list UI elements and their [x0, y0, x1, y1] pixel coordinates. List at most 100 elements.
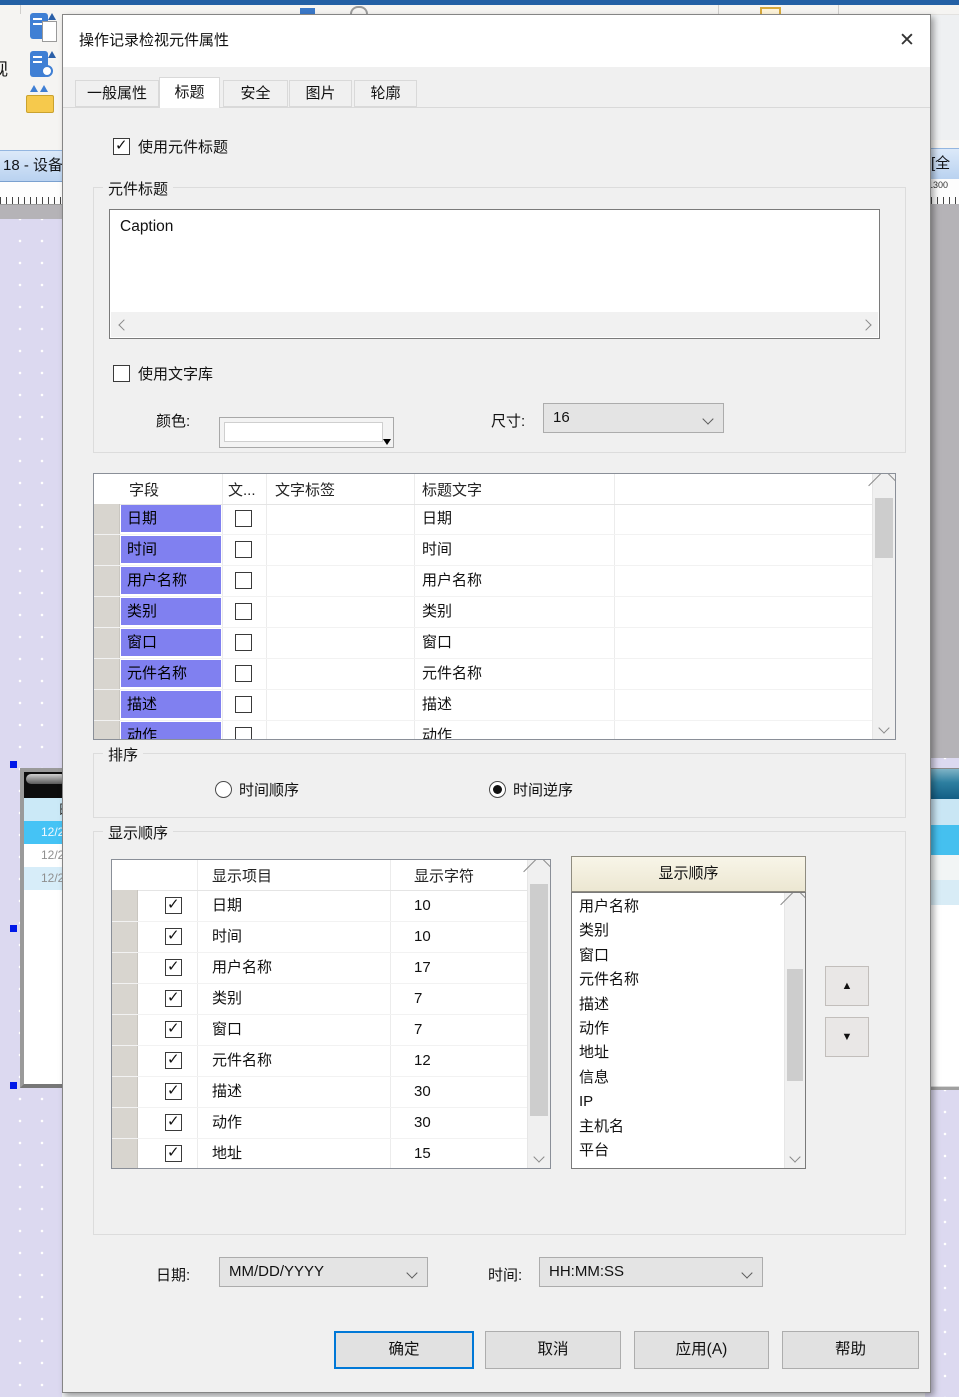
list-item[interactable]: 类别 [572, 919, 785, 943]
table-row[interactable]: 动作动作 [94, 721, 873, 739]
table-row[interactable]: 动作30 [112, 1108, 528, 1139]
checkbox-icon[interactable] [165, 1083, 182, 1100]
scroll-up-icon[interactable] [873, 474, 895, 496]
help-button[interactable]: 帮助 [782, 1331, 919, 1369]
scroll-down-icon[interactable] [873, 717, 895, 739]
radio-icon[interactable] [489, 781, 506, 798]
table-row[interactable]: 用户名称17 [112, 953, 528, 984]
list-item[interactable]: 动作 [572, 1017, 785, 1041]
table-row[interactable]: 描述30 [112, 1077, 528, 1108]
export-server-icon[interactable] [30, 13, 60, 47]
checkbox-icon[interactable] [165, 990, 182, 1007]
checkbox-icon[interactable] [165, 897, 182, 914]
use-text-library-checkbox[interactable]: 使用文字库 [113, 363, 213, 384]
table-row[interactable]: 用户名称用户名称 [94, 566, 873, 597]
move-up-button[interactable]: ▲ [825, 966, 869, 1006]
tab-general[interactable]: 一般属性 [75, 80, 159, 107]
checkbox-icon[interactable] [235, 634, 252, 651]
close-icon[interactable]: ✕ [889, 26, 925, 56]
color-dropdown[interactable] [219, 417, 394, 448]
table-row[interactable]: 时间时间 [94, 535, 873, 566]
checkbox-icon[interactable] [113, 138, 130, 155]
checkbox-icon[interactable] [235, 665, 252, 682]
ok-button[interactable]: 确定 [334, 1331, 474, 1369]
table-row[interactable]: 窗口窗口 [94, 628, 873, 659]
checkbox-icon[interactable] [113, 365, 130, 382]
scroll-down-icon[interactable] [528, 1146, 550, 1168]
list-item[interactable]: 地址 [572, 1041, 785, 1065]
list-item[interactable]: 描述 [572, 993, 785, 1017]
table-row[interactable]: 类别7 [112, 984, 528, 1015]
list-item[interactable]: 信息 [572, 1066, 785, 1090]
radio-time-ascending[interactable]: 时间顺序 [215, 779, 299, 800]
time-format-dropdown[interactable]: HH:MM:SS [539, 1257, 763, 1287]
vertical-scrollbar[interactable] [784, 893, 805, 1168]
list-item[interactable]: IP [572, 1090, 785, 1114]
radio-time-descending[interactable]: 时间逆序 [489, 779, 573, 800]
checkbox-icon[interactable] [165, 928, 182, 945]
checkbox-icon[interactable] [235, 603, 252, 620]
list-item[interactable]: 窗口 [572, 944, 785, 968]
document-tab-left[interactable]: 18 - 设备 [0, 150, 65, 182]
vertical-scrollbar[interactable] [872, 474, 895, 739]
selection-handle[interactable] [10, 925, 17, 932]
list-item[interactable]: 平台 [572, 1139, 785, 1163]
table-row[interactable]: 时间10 [112, 922, 528, 953]
scroll-up-icon[interactable] [785, 893, 805, 915]
selection-handle[interactable] [10, 1082, 17, 1089]
checkbox-icon[interactable] [235, 572, 252, 589]
date-format-dropdown[interactable]: MM/DD/YYYY [219, 1257, 428, 1287]
table-row[interactable]: 窗口7 [112, 1015, 528, 1046]
list-item[interactable]: 主机名 [572, 1115, 785, 1139]
table-row[interactable]: 日期10 [112, 891, 528, 922]
selection-handle[interactable] [10, 761, 17, 768]
table-row[interactable]: 元件名称元件名称 [94, 659, 873, 690]
scrollbar-thumb[interactable] [530, 884, 548, 1116]
checkbox-icon[interactable] [235, 727, 252, 739]
vertical-scrollbar[interactable] [527, 860, 550, 1168]
radio-icon[interactable] [215, 781, 232, 798]
cancel-button[interactable]: 取消 [485, 1331, 621, 1369]
list-item[interactable]: 用户名称 [572, 895, 785, 919]
table-row[interactable]: 日期日期 [94, 504, 873, 535]
list-item[interactable]: 元件名称 [572, 968, 785, 992]
scrollbar-thumb[interactable] [875, 498, 893, 558]
record-view-widget-2[interactable] [928, 768, 959, 1087]
scrollbar-thumb[interactable] [787, 969, 803, 1081]
tab-caption[interactable]: 标题 [159, 77, 220, 108]
fields-table[interactable]: 字段 文... 文字标签 标题文字 日期日期 时间时间 用户名称用户名称 类别类… [93, 473, 896, 740]
dialog-title: 操作记录检视元件属性 [79, 15, 229, 67]
tab-picture[interactable]: 图片 [289, 80, 352, 107]
table-row[interactable]: 元件名称12 [112, 1046, 528, 1077]
scroll-left-icon[interactable] [111, 312, 136, 337]
checkbox-icon[interactable] [165, 1145, 182, 1162]
size-dropdown[interactable]: 16 [543, 403, 724, 433]
scroll-down-icon[interactable] [785, 1146, 805, 1168]
import-folder-icon[interactable] [26, 85, 56, 115]
table-row[interactable]: 类别类别 [94, 597, 873, 628]
checkbox-icon[interactable] [165, 1052, 182, 1069]
dialog-titlebar[interactable]: 操作记录检视元件属性 ✕ [63, 15, 930, 67]
tab-outline[interactable]: 轮廓 [354, 80, 417, 107]
use-caption-checkbox[interactable]: 使用元件标题 [113, 136, 228, 157]
horizontal-scrollbar[interactable] [111, 312, 878, 337]
checkbox-icon[interactable] [235, 510, 252, 527]
table-row[interactable]: 地址15 [112, 1139, 528, 1168]
move-down-button[interactable]: ▼ [825, 1017, 869, 1057]
checkbox-icon[interactable] [165, 959, 182, 976]
checkbox-icon[interactable] [235, 541, 252, 558]
scroll-right-icon[interactable] [853, 312, 878, 337]
apply-button[interactable]: 应用(A) [634, 1331, 769, 1369]
table-row[interactable]: 描述描述 [94, 690, 873, 721]
caption-textarea[interactable]: Caption [109, 209, 880, 339]
export-web-icon[interactable] [30, 51, 60, 85]
order-listbox[interactable]: 用户名称 类别 窗口 元件名称 描述 动作 地址 信息 IP 主机名 平台 [571, 892, 806, 1169]
checkbox-icon[interactable] [165, 1114, 182, 1131]
display-items-table[interactable]: 显示项目 显示字符 日期10 时间10 用户名称17 类别7 窗口7 元件名称1… [111, 859, 551, 1169]
date-format-label: 日期: [156, 1264, 190, 1285]
scroll-up-icon[interactable] [528, 860, 550, 882]
tab-security[interactable]: 安全 [223, 80, 288, 107]
checkbox-icon[interactable] [235, 696, 252, 713]
column-header: 文字标签 [275, 479, 335, 500]
checkbox-icon[interactable] [165, 1021, 182, 1038]
